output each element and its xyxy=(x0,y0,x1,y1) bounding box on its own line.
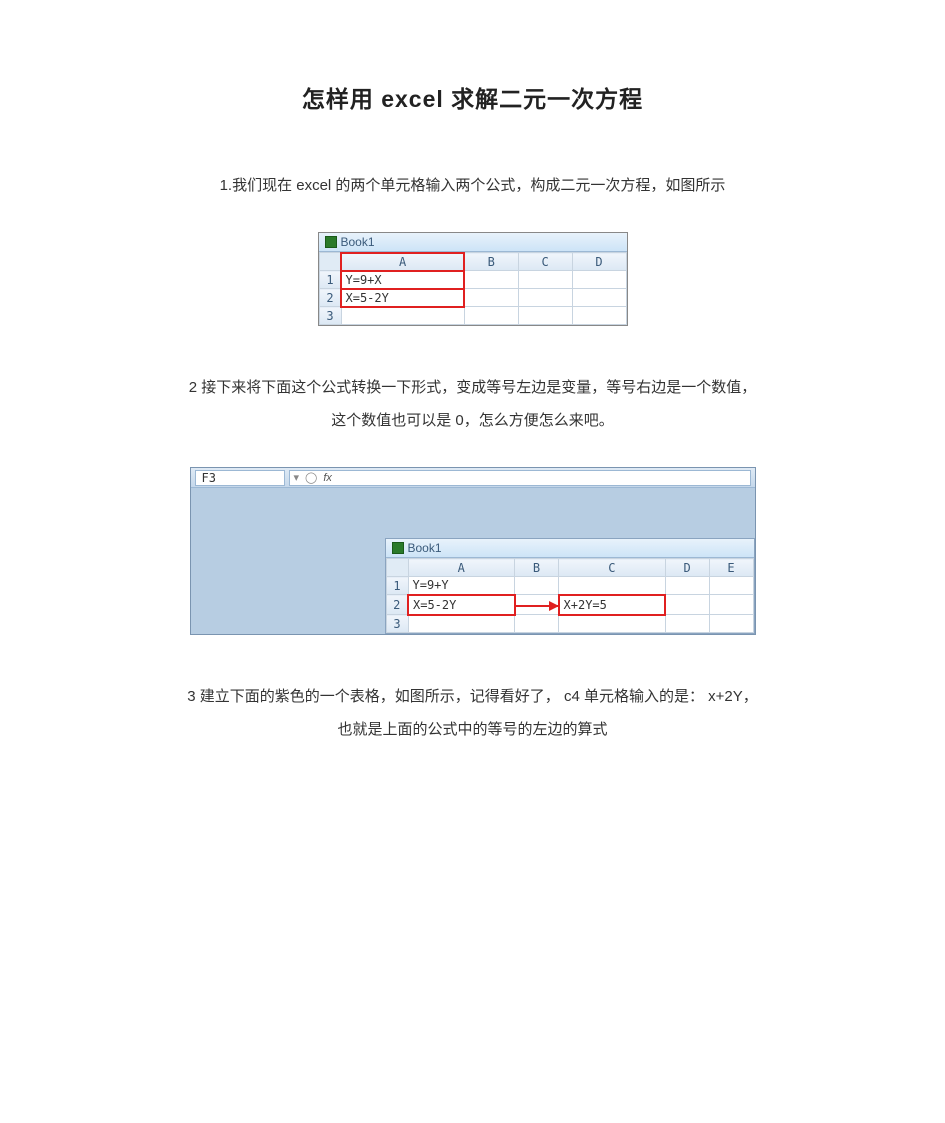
cell-D2 xyxy=(665,595,709,615)
cell-B1 xyxy=(464,271,518,289)
row-header-2: 2 xyxy=(386,595,408,615)
cell-C3 xyxy=(559,615,666,633)
cell-B3 xyxy=(515,615,559,633)
figure-1: Book1 A B C D 1 Y=9+X 2 X=5-2Y xyxy=(90,232,855,326)
step-3-line1: 3 建立下面的紫色的一个表格，如图所示，记得看好了， c4 单元格输入的是： x… xyxy=(187,688,757,705)
cell-A3 xyxy=(408,615,515,633)
workspace-area: Book1 A B C D E 1 Y=9+Y xyxy=(191,488,755,634)
col-header-C: C xyxy=(559,559,666,577)
col-header-D: D xyxy=(665,559,709,577)
circle-icon: ◯ xyxy=(305,471,317,484)
excel-icon xyxy=(392,542,404,554)
cell-D1 xyxy=(572,271,626,289)
cell-A2: X=5-2Y xyxy=(341,289,464,307)
cell-A1: Y=9+Y xyxy=(408,577,515,595)
row-header-2: 2 xyxy=(319,289,341,307)
excel-icon xyxy=(325,236,337,248)
inner-window-titlebar: Book1 xyxy=(386,539,754,558)
row-header-1: 1 xyxy=(319,271,341,289)
cell-E2 xyxy=(709,595,753,615)
cell-A3 xyxy=(341,307,464,325)
window-titlebar: Book1 xyxy=(319,233,627,252)
step-2-line1: 2 接下来将下面这个公式转换一下形式，变成等号左边是变量，等号右边是一个数值， xyxy=(189,379,757,396)
cell-A2: X=5-2Y xyxy=(408,595,515,615)
cell-D2 xyxy=(572,289,626,307)
cell-B3 xyxy=(464,307,518,325)
formula-bar-row: F3 ▾ ◯ fx xyxy=(191,468,755,488)
select-all-corner xyxy=(386,559,408,577)
cell-C1 xyxy=(559,577,666,595)
excel-window-2: F3 ▾ ◯ fx Book1 A B C D xyxy=(190,467,756,635)
cell-A1: Y=9+X xyxy=(341,271,464,289)
name-box: F3 xyxy=(195,470,285,486)
cell-C1 xyxy=(518,271,572,289)
col-header-E: E xyxy=(709,559,753,577)
row-header-3: 3 xyxy=(386,615,408,633)
cell-C3 xyxy=(518,307,572,325)
cell-E1 xyxy=(709,577,753,595)
col-header-A: A xyxy=(408,559,515,577)
step-2-line2: 这个数值也可以是 0，怎么方便怎么来吧。 xyxy=(331,412,614,429)
spreadsheet-grid-2: A B C D E 1 Y=9+Y 2 xyxy=(386,558,754,633)
col-header-C: C xyxy=(518,253,572,271)
spreadsheet-grid-1: A B C D 1 Y=9+X 2 X=5-2Y 3 xyxy=(319,252,627,325)
page-title: 怎样用 excel 求解二元一次方程 xyxy=(90,80,855,114)
step-3-text: 3 建立下面的紫色的一个表格，如图所示，记得看好了， c4 单元格输入的是： x… xyxy=(90,680,855,746)
fx-label: fx xyxy=(323,472,332,484)
step-2-text: 2 接下来将下面这个公式转换一下形式，变成等号左边是变量，等号右边是一个数值， … xyxy=(90,371,855,437)
arrow-icon xyxy=(516,605,558,607)
row-header-1: 1 xyxy=(386,577,408,595)
cell-C2 xyxy=(518,289,572,307)
col-header-A: A xyxy=(341,253,464,271)
cell-D1 xyxy=(665,577,709,595)
step-3-line2: 也就是上面的公式中的等号的左边的算式 xyxy=(337,721,607,738)
col-header-D: D xyxy=(572,253,626,271)
step-1-text: 1.我们现在 excel 的两个单元格输入两个公式，构成二元一次方程，如图所示 xyxy=(90,169,855,202)
col-header-B: B xyxy=(464,253,518,271)
cell-D3 xyxy=(572,307,626,325)
col-header-B: B xyxy=(515,559,559,577)
workbook-name: Book1 xyxy=(341,235,375,249)
cell-B2 xyxy=(464,289,518,307)
figure-2: F3 ▾ ◯ fx Book1 A B C D xyxy=(90,467,855,635)
cell-E3 xyxy=(709,615,753,633)
excel-window-1: Book1 A B C D 1 Y=9+X 2 X=5-2Y xyxy=(318,232,628,326)
arrow-cell xyxy=(515,595,559,615)
formula-bar: ▾ ◯ fx xyxy=(289,470,751,486)
cell-C2: X+2Y=5 xyxy=(559,595,666,615)
inner-workbook-name: Book1 xyxy=(408,541,442,555)
cell-B1 xyxy=(515,577,559,595)
inner-workbook: Book1 A B C D E 1 Y=9+Y xyxy=(385,538,755,634)
cell-D3 xyxy=(665,615,709,633)
row-header-3: 3 xyxy=(319,307,341,325)
select-all-corner xyxy=(319,253,341,271)
dropdown-icon: ▾ xyxy=(294,471,300,484)
